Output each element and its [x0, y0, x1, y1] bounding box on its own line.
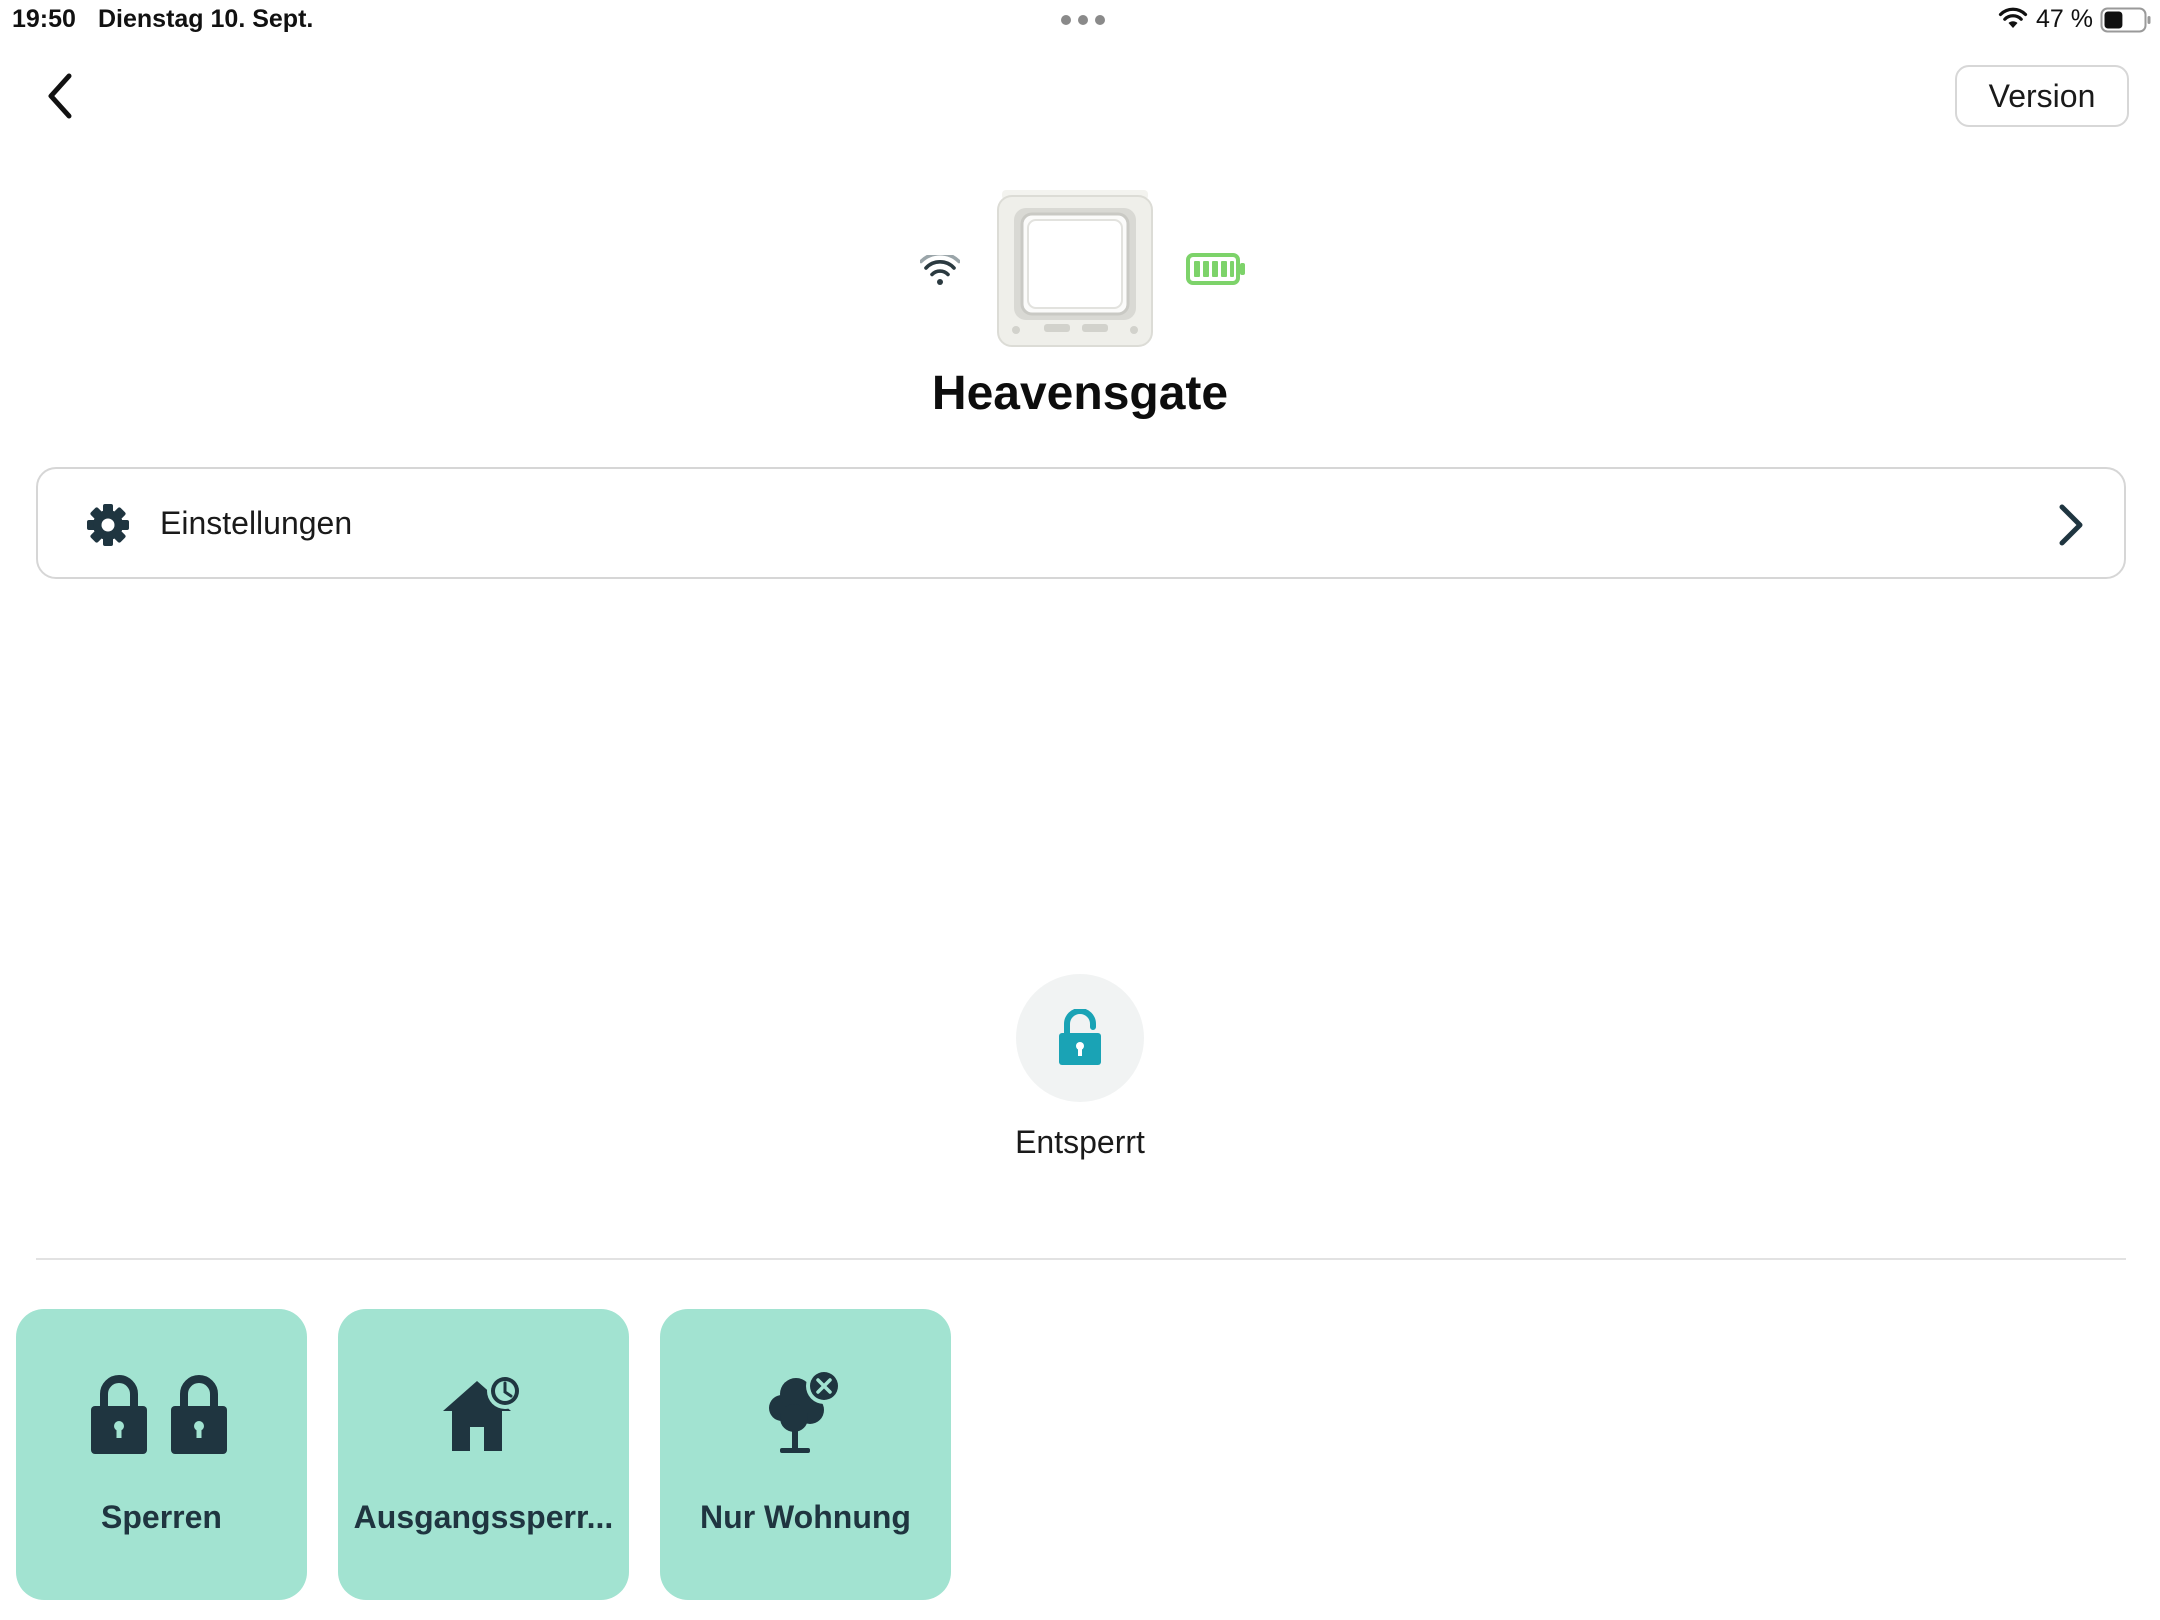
lock-status-label: Entsperrt: [1015, 1124, 1145, 1160]
status-time: 19:50: [12, 5, 76, 33]
device-detail-screen: 19:50 Dienstag 10. Sept. 47 % Version He…: [0, 0, 2160, 1620]
battery-percent: 47 %: [2036, 5, 2093, 33]
cat-flap-image: [997, 190, 1153, 347]
wifi-icon: [1998, 7, 2028, 28]
battery-icon: [2100, 7, 2151, 33]
wifi-icon: [920, 255, 960, 285]
mode-label: Nur Wohnung: [700, 1499, 911, 1535]
back-button[interactable]: [36, 68, 84, 124]
settings-row[interactable]: Einstellungen: [36, 467, 2126, 579]
mode-label: Ausgangssperr...: [353, 1499, 614, 1535]
chevron-left-icon: [48, 73, 72, 119]
multitask-dots-icon[interactable]: [1060, 14, 1106, 26]
section-divider: [36, 1258, 2126, 1260]
status-date: Dienstag 10. Sept.: [98, 5, 314, 33]
settings-label: Einstellungen: [160, 505, 353, 541]
status-bar: 19:50 Dienstag 10. Sept. 47 %: [0, 0, 2160, 42]
mode-tile-indoor-only[interactable]: Nur Wohnung: [660, 1309, 951, 1600]
tree-x-icon: [660, 1363, 951, 1463]
gear-icon: [87, 504, 129, 546]
version-button[interactable]: Version: [1955, 65, 2129, 127]
device-name: Heavensgate: [931, 367, 1229, 420]
mode-label: Sperren: [101, 1499, 222, 1535]
house-clock-icon: [338, 1363, 629, 1463]
unlocked-padlock-icon: [1059, 1009, 1101, 1065]
lock-status-indicator: [1016, 974, 1144, 1102]
mode-tile-lock[interactable]: Sperren: [16, 1309, 307, 1600]
mode-tile-curfew[interactable]: Ausgangssperr...: [338, 1309, 629, 1600]
chevron-right-icon: [2059, 504, 2083, 546]
double-padlock-icon: [16, 1363, 307, 1463]
battery-full-icon: [1186, 253, 1245, 285]
